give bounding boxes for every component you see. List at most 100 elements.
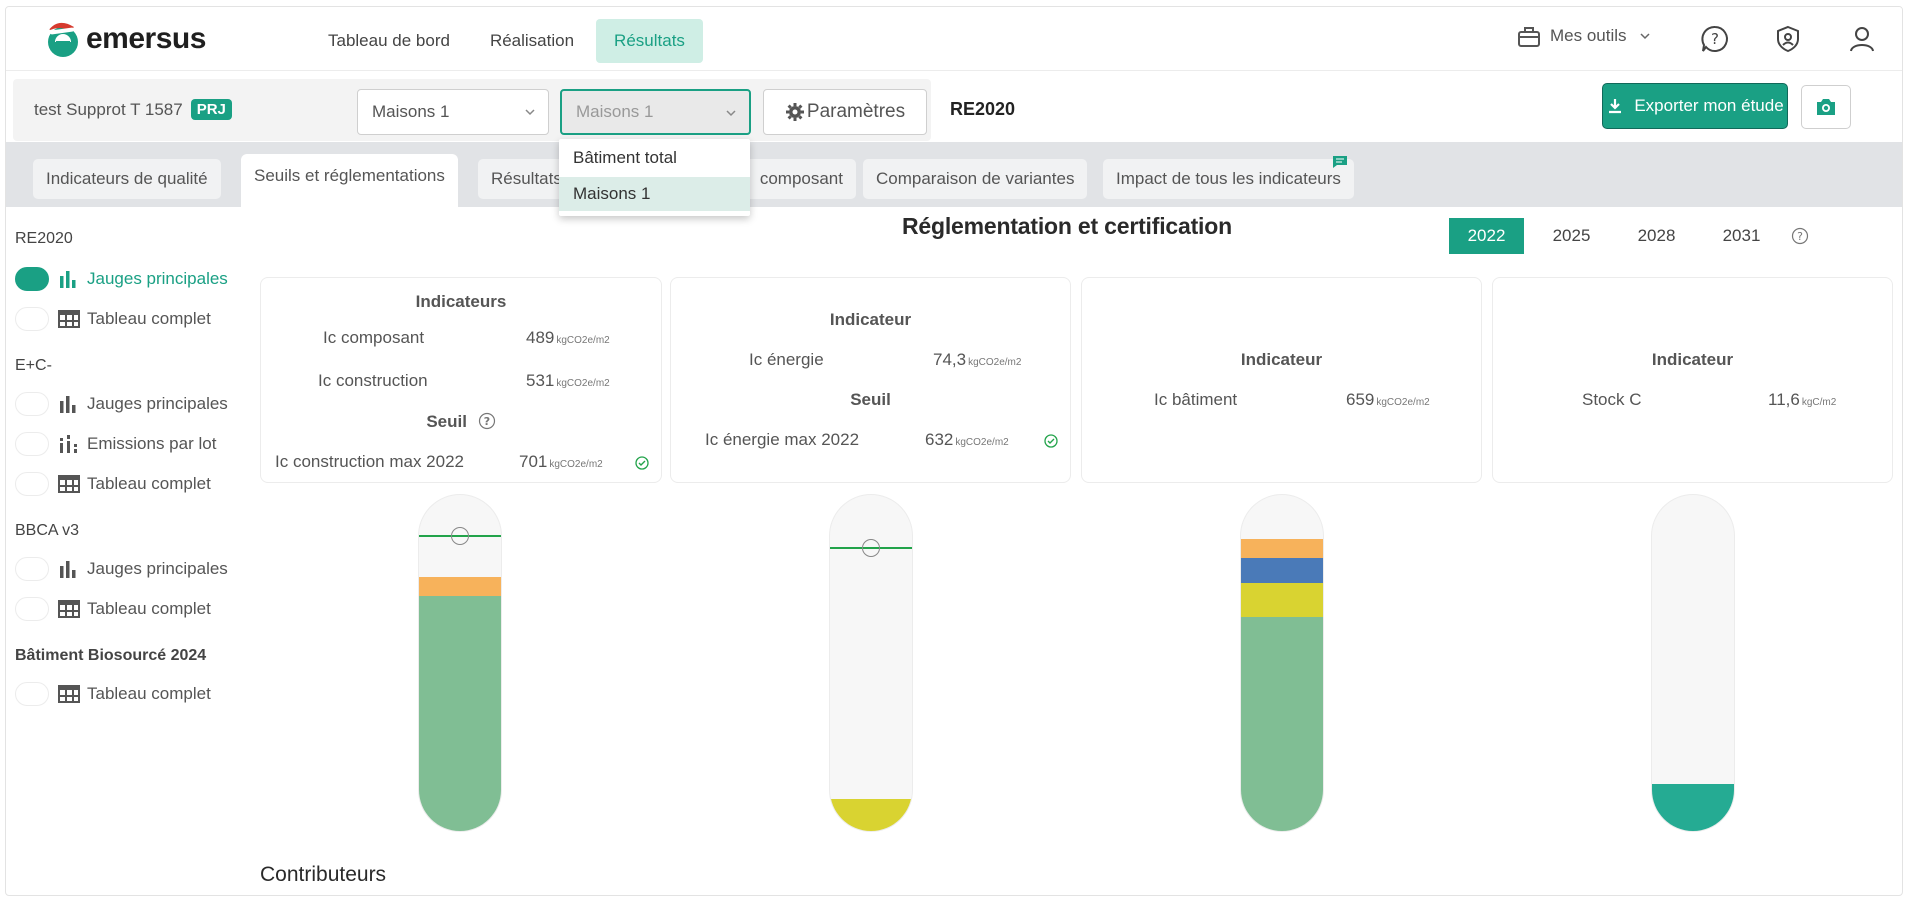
indicator-label: Stock C — [1582, 390, 1642, 409]
indicator-value: 659 kgCO2e/m2 — [1346, 390, 1430, 409]
tab-indicateurs-qualite[interactable]: Indicateurs de qualité — [33, 159, 221, 199]
year-2031[interactable]: 2031 — [1704, 218, 1779, 254]
dropdown-option-maisons-1[interactable]: Maisons 1 — [559, 177, 750, 211]
table-icon — [58, 310, 80, 328]
tab-impact-indicateurs[interactable]: Impact de tous les indicateurs — [1103, 156, 1354, 199]
logo-icon — [45, 22, 78, 57]
threshold-label: Ic énergie max 2022 — [705, 430, 860, 449]
gauge-segment — [1241, 583, 1323, 617]
stacked-bar-icon — [60, 435, 77, 453]
nav-realisation[interactable]: Réalisation — [472, 19, 592, 63]
gauge-ic-construction — [418, 494, 502, 832]
indicator-label: Ic énergie — [749, 350, 824, 369]
nav-tableau-de-bord[interactable]: Tableau de bord — [310, 19, 468, 63]
tools-menu[interactable]: Mes outils — [1516, 23, 1651, 49]
toggle-switch[interactable] — [15, 557, 49, 581]
project-name: test Supprot T 1587 PRJ — [34, 99, 232, 120]
bar-chart-icon — [60, 561, 76, 578]
sidebar-item-re2020-jauges[interactable]: Jauges principales — [15, 267, 228, 291]
gauge-segment — [1241, 617, 1323, 831]
indicator-label: Ic bâtiment — [1154, 390, 1238, 409]
zone-dropdown: Bâtiment total Maisons 1 — [559, 139, 750, 216]
indicator-value: 489 kgCO2e/m2 — [526, 328, 610, 347]
app-window: emersus Tableau de bord Réalisation Résu… — [5, 6, 1903, 896]
help-icon[interactable]: ? — [1791, 227, 1809, 245]
sidebar-group-re2020: RE2020 — [15, 230, 73, 247]
gauge-ic-batiment — [1240, 494, 1324, 832]
gauge-segment — [419, 577, 501, 596]
card-header: Indicateur — [829, 310, 912, 329]
sidebar-item-ec-tableau[interactable]: Tableau complet — [15, 472, 211, 496]
tab-seuils-reglementations[interactable]: Seuils et réglementations — [241, 154, 458, 208]
toggle-switch[interactable] — [15, 597, 49, 621]
sidebar: RE2020 Jauges principales Tableau comple… — [6, 207, 251, 895]
help-icon[interactable]: ? — [1699, 23, 1731, 55]
nav-resultats[interactable]: Résultats — [596, 19, 703, 63]
gauge-segment — [830, 799, 912, 831]
toggle-switch[interactable] — [15, 392, 49, 416]
parameters-label: Paramètres — [806, 101, 906, 122]
sidebar-item-label: Tableau complet — [87, 684, 211, 703]
toggle-switch[interactable] — [15, 432, 49, 456]
indicator-card: Indicateur Stock C 11,6 kgC/m2 — [1492, 277, 1893, 483]
year-2025[interactable]: 2025 — [1534, 218, 1609, 254]
dropdown-option-batiment-total[interactable]: Bâtiment total — [559, 141, 750, 175]
toggle-switch[interactable] — [15, 307, 49, 331]
indicator-label: Ic construction — [318, 371, 428, 390]
sidebar-item-ec-emissions[interactable]: Emissions par lot — [15, 432, 216, 456]
sidebar-item-label: Jauges principales — [87, 394, 228, 413]
threshold-value: 632 kgCO2e/m2 — [925, 430, 1009, 449]
camera-icon — [1817, 99, 1835, 115]
year-2022[interactable]: 2022 — [1449, 218, 1524, 254]
sidebar-item-re2020-tableau[interactable]: Tableau complet — [15, 307, 211, 331]
year-2028[interactable]: 2028 — [1619, 218, 1694, 254]
threshold-marker — [451, 527, 469, 545]
check-circle-icon — [635, 456, 649, 470]
table-icon — [58, 475, 80, 493]
card-header: Indicateur — [1240, 350, 1323, 369]
toggle-switch[interactable] — [15, 472, 49, 496]
shield-icon[interactable] — [1772, 23, 1804, 55]
sidebar-item-ec-jauges[interactable]: Jauges principales — [15, 392, 228, 416]
norm-label: RE2020 — [950, 99, 1016, 119]
tab-impact-label: Impact de tous les indicateurs — [1116, 169, 1341, 188]
screenshot-button[interactable] — [1801, 85, 1851, 129]
bar-chart-icon — [60, 271, 76, 288]
check-circle-icon — [1044, 434, 1058, 448]
card-header: Indicateurs — [415, 292, 507, 311]
gauge-segment — [419, 596, 501, 831]
sidebar-item-label: Emissions par lot — [87, 434, 217, 453]
svg-text:?: ? — [1711, 30, 1719, 48]
export-button[interactable]: Exporter mon étude — [1602, 83, 1788, 129]
threshold-header: Seuil — [850, 390, 891, 409]
sidebar-item-biosource-tableau[interactable]: Tableau complet — [15, 682, 211, 706]
tab-comparaison-variantes[interactable]: Comparaison de variantes — [863, 159, 1088, 199]
indicator-card: Indicateurs Ic composant 489 kgCO2e/m2 Ic… — [260, 277, 662, 483]
card-header: Indicateur — [1651, 350, 1734, 369]
chevron-down-icon — [726, 110, 736, 117]
sidebar-item-label: Tableau complet — [87, 309, 211, 328]
prj-badge: PRJ — [190, 99, 232, 120]
sidebar-group-bbca: BBCA v3 — [15, 522, 80, 539]
gauge-segment — [1652, 784, 1734, 831]
download-icon — [1609, 99, 1622, 114]
zone-select[interactable]: Maisons 1 — [560, 89, 751, 135]
threshold-marker — [862, 539, 880, 557]
user-icon[interactable] — [1846, 23, 1878, 55]
chevron-down-icon — [1640, 33, 1650, 40]
building-select[interactable]: Maisons 1 — [357, 89, 549, 135]
logo[interactable]: emersus — [42, 19, 206, 59]
threshold-value: 701 kgCO2e/m2 — [519, 452, 603, 471]
sidebar-item-bbca-tableau[interactable]: Tableau complet — [15, 597, 211, 621]
top-header: emersus Tableau de bord Réalisation Résu… — [6, 7, 1902, 71]
threshold-header: Seuil ? — [261, 412, 661, 432]
help-icon[interactable]: ? — [478, 412, 496, 430]
parameters-button[interactable]: Paramètres — [763, 89, 927, 135]
toggle-switch[interactable] — [15, 267, 49, 291]
project-name-text: test Supprot T 1587 — [34, 99, 183, 119]
toggle-switch[interactable] — [15, 682, 49, 706]
gauge-stock-c — [1651, 494, 1735, 832]
indicator-value: 531 kgCO2e/m2 — [526, 371, 610, 390]
page-title: Réglementation et certification — [902, 213, 1232, 239]
sidebar-item-bbca-jauges[interactable]: Jauges principales — [15, 557, 228, 581]
